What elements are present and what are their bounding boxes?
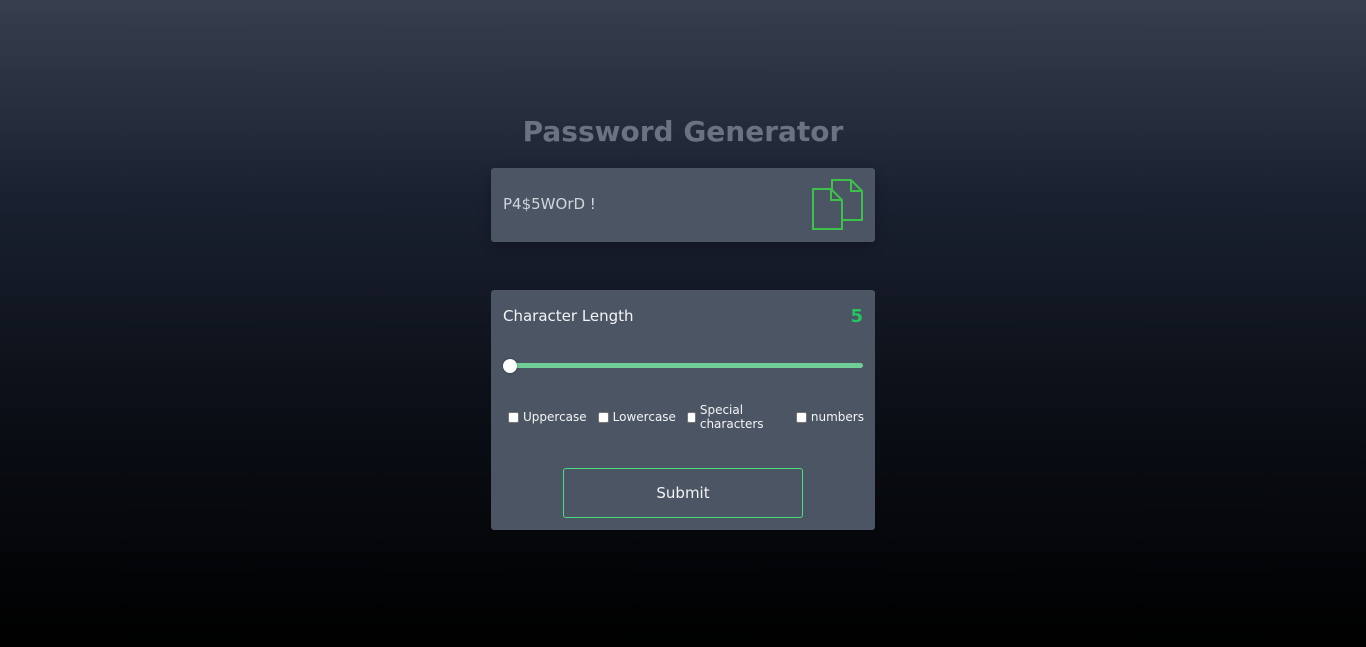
copy-icon-graphic [812, 179, 863, 230]
submit-button[interactable]: Submit [563, 468, 803, 518]
password-display: P4$5WOrD ! [503, 195, 596, 213]
slider-track[interactable] [509, 363, 863, 368]
copy-icon[interactable] [811, 179, 865, 231]
option-special-characters[interactable]: Special characters [686, 403, 785, 431]
length-slider[interactable] [503, 359, 863, 373]
settings-panel: Character Length 5 Uppercase Lowercase S… [491, 290, 875, 530]
character-length-label: Character Length [503, 307, 634, 325]
special-characters-checkbox[interactable] [686, 411, 696, 423]
page-title: Password Generator [522, 115, 844, 148]
password-output-box: P4$5WOrD ! [491, 168, 875, 242]
option-uppercase[interactable]: Uppercase [508, 410, 587, 424]
uppercase-checkbox[interactable] [508, 411, 519, 423]
character-length-value: 5 [850, 306, 863, 327]
slider-thumb[interactable] [503, 359, 517, 373]
numbers-checkbox[interactable] [795, 411, 807, 423]
uppercase-label: Uppercase [523, 410, 587, 424]
special-characters-label: Special characters [699, 403, 764, 431]
options-group: Uppercase Lowercase Special characters n… [508, 403, 875, 431]
numbers-label: numbers [810, 410, 864, 424]
lowercase-label: Lowercase [612, 410, 676, 424]
option-numbers[interactable]: numbers [795, 410, 864, 424]
option-lowercase[interactable]: Lowercase [597, 410, 676, 424]
lowercase-checkbox[interactable] [597, 411, 609, 423]
